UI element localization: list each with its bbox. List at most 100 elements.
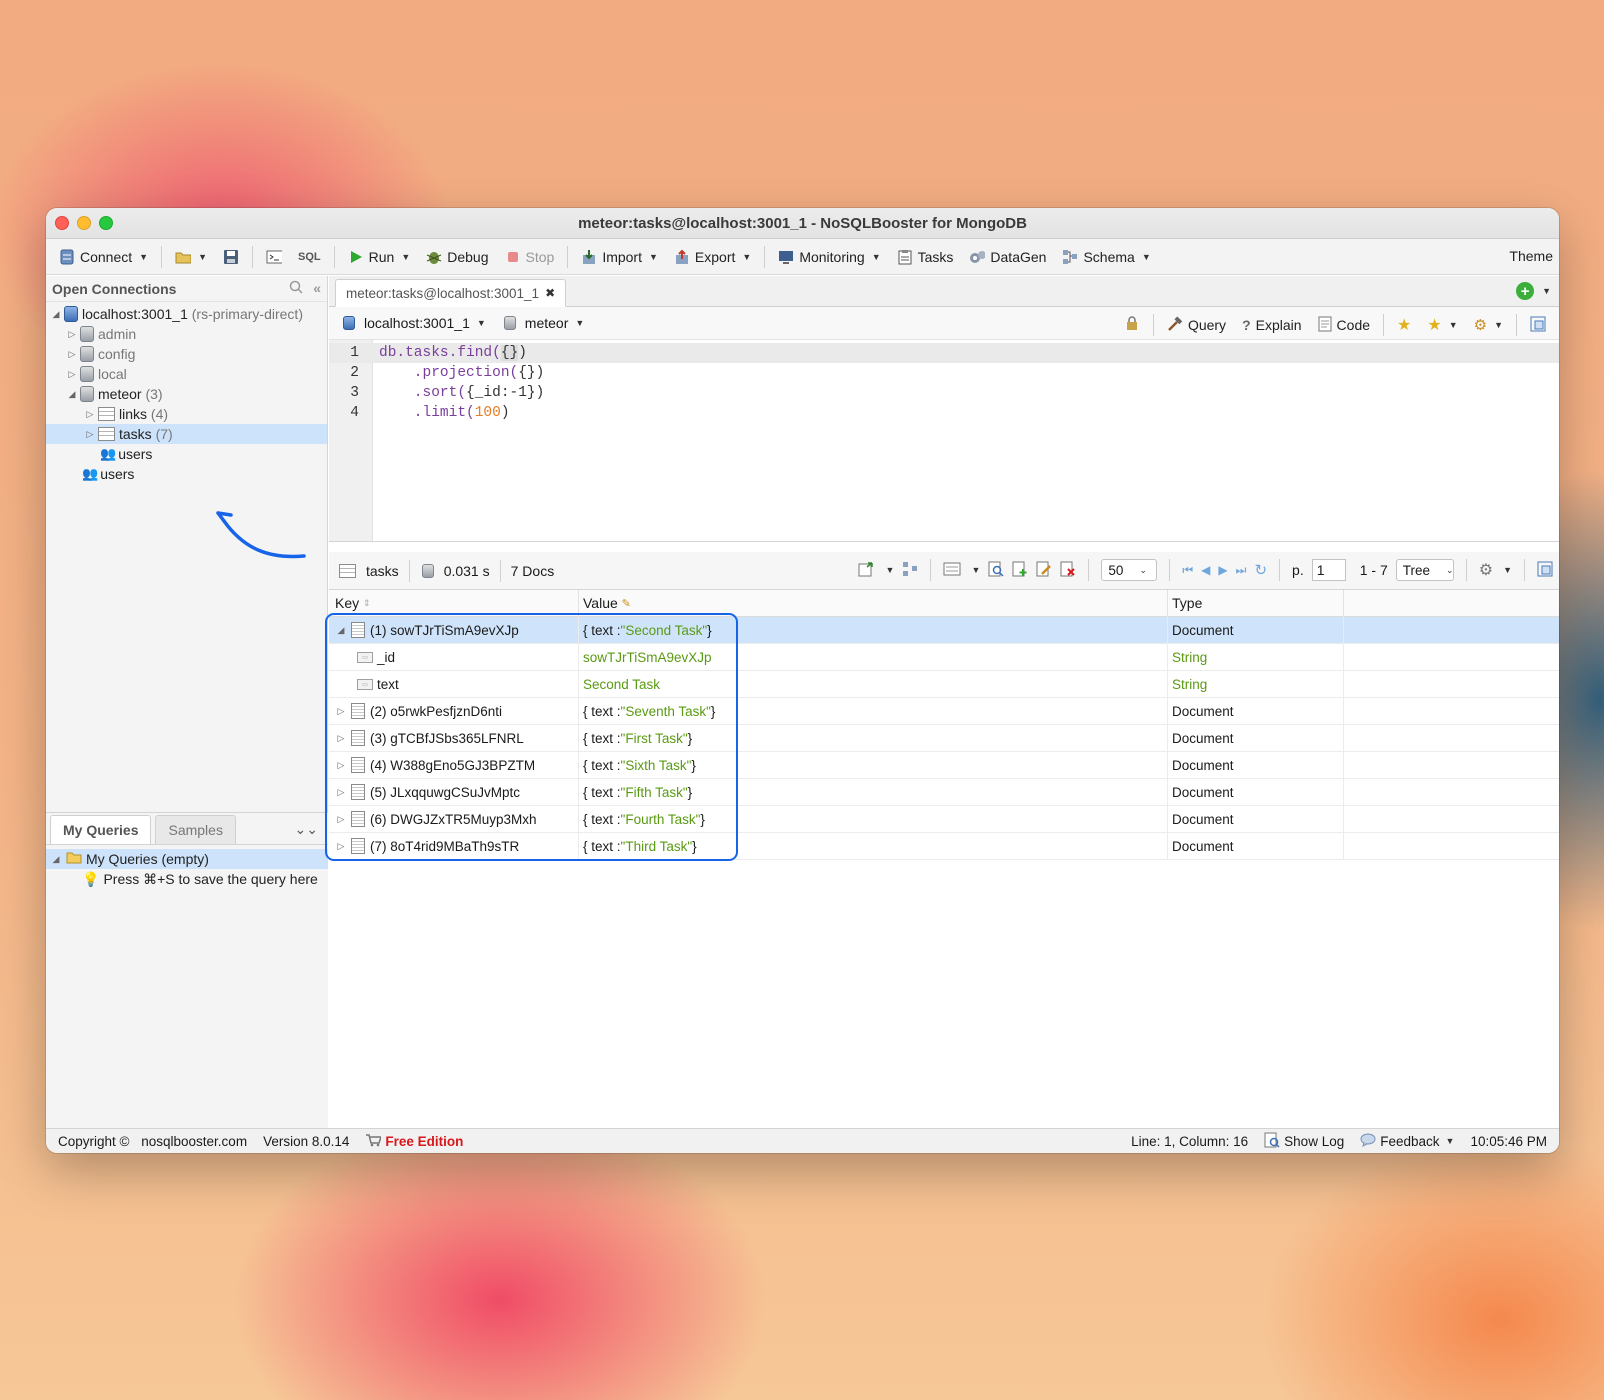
my-queries-root[interactable]: ◢ My Queries (empty) [46,849,328,869]
edit-document-icon[interactable] [1036,561,1052,580]
table-row[interactable]: ▭ text Second Task String [329,671,1559,698]
find-icon[interactable] [988,561,1004,580]
delete-document-icon[interactable] [1060,561,1076,580]
collapsed-triangle-icon[interactable]: ▷ [66,329,78,340]
tree-item-links[interactable]: ▷ links (4) [46,404,327,424]
expanded-triangle-icon[interactable]: ◢ [66,389,78,400]
open-file-button[interactable]: ▼ [168,246,214,268]
monitoring-button[interactable]: Monitoring ▼ [771,246,887,268]
code-line[interactable]: 1 db.tasks.find({}) [329,343,1559,363]
minimize-window-button[interactable] [77,216,91,230]
refresh-icon[interactable]: ↻ [1254,561,1267,579]
collapsed-triangle-icon[interactable]: ▷ [335,787,347,798]
column-header-type[interactable]: Type [1168,590,1344,616]
collapsed-triangle-icon[interactable]: ▷ [335,814,347,825]
tab-samples[interactable]: Samples [155,815,236,844]
view-options-icon[interactable] [943,561,961,580]
debug-button[interactable]: Debug [419,246,495,268]
collapsed-triangle-icon[interactable]: ▷ [84,429,96,440]
code-button[interactable]: Code [1311,313,1377,338]
chevron-down-icon[interactable]: ▼ [886,565,895,575]
server-selector[interactable]: localhost:3001_1 ▼ [335,313,492,333]
collapsed-triangle-icon[interactable]: ▷ [335,733,347,744]
shell-button[interactable] [259,246,289,268]
export-results-icon[interactable] [858,561,876,580]
collapsed-triangle-icon[interactable]: ▷ [66,349,78,360]
collapsed-triangle-icon[interactable]: ▷ [335,706,347,717]
tree-item-server[interactable]: ◢ localhost:3001_1 (rs-primary-direct) [46,304,327,324]
schema-view-icon[interactable] [902,561,918,580]
table-row[interactable]: ▷ (2) o5rwkPesfjznD6nti { text : "Seventh… [329,698,1559,725]
expanded-triangle-icon[interactable]: ◢ [50,309,62,320]
search-icon[interactable] [289,280,303,297]
database-selector[interactable]: meteor ▼ [496,313,591,333]
table-row[interactable]: ▷ (4) W388gEno5GJ3BPZTM { text : "Sixth T… [329,752,1559,779]
tab-query-editor[interactable]: meteor:tasks@localhost:3001_1 ✖ [335,279,567,307]
connect-button[interactable]: Connect ▼ [52,246,155,268]
next-page-icon[interactable]: ▶ [1218,563,1227,577]
close-window-button[interactable] [55,216,69,230]
table-row[interactable]: ▷ (3) gTCBfJSbs365LFNRL { text : "First T… [329,725,1559,752]
collapsed-triangle-icon[interactable]: ▷ [84,409,96,420]
table-row[interactable]: ▷ (7) 8oT4rid9MBaTh9sTR { text : "Third T… [329,833,1559,860]
connection-info-button[interactable] [1117,313,1147,338]
last-page-icon[interactable]: ⏭ [1236,563,1247,578]
code-line[interactable]: 2 .projection({}) [329,363,544,383]
collapsed-triangle-icon[interactable]: ▷ [335,760,347,771]
first-page-icon[interactable]: ⏮ [1182,563,1193,578]
collapsed-triangle-icon[interactable]: ▷ [335,841,347,852]
tree-item-local[interactable]: ▷ local [46,364,327,384]
page-number-input[interactable]: 1 [1311,559,1346,581]
edition-link[interactable]: Free Edition [357,1133,471,1150]
collapsed-triangle-icon[interactable]: ▷ [66,369,78,380]
tree-item-admin[interactable]: ▷ admin [46,324,327,344]
collapse-pane-icon[interactable]: « [313,280,321,297]
expanded-triangle-icon[interactable]: ◢ [335,625,347,636]
sql-button[interactable]: SQL [291,248,328,266]
expanded-triangle-icon[interactable]: ◢ [50,854,62,865]
table-row[interactable]: ▷ (6) DWGJZxTR5Muyp3Mxh { text : "Fourth … [329,806,1559,833]
stop-button[interactable]: Stop [498,246,562,268]
chevron-down-icon[interactable]: ▼ [971,565,980,575]
chevron-down-icon[interactable]: ▼ [1542,286,1551,296]
zoom-window-button[interactable] [99,216,113,230]
datagen-button[interactable]: DataGen [962,246,1053,268]
tree-item-meteor-users[interactable]: 👥 users [46,444,327,464]
feedback-button[interactable]: Feedback ▼ [1352,1133,1462,1150]
save-button[interactable] [216,246,246,268]
snippets-button[interactable]: ⚙ ▼ [1467,313,1510,337]
previous-page-icon[interactable]: ◀ [1201,563,1210,577]
code-line[interactable]: 3 .sort({_id:-1}) [329,383,544,403]
settings-icon[interactable]: ⚙ [1479,560,1493,580]
tasks-button[interactable]: Tasks [890,246,961,268]
close-icon[interactable]: ✖ [545,286,555,300]
add-tab-icon[interactable]: + [1516,282,1535,300]
maximize-editor-button[interactable] [1523,313,1553,338]
table-row[interactable]: ▭ _id sowTJrTiSmA9evXJp String [329,644,1559,671]
schema-button[interactable]: Schema ▼ [1055,246,1157,268]
import-button[interactable]: Import ▼ [574,246,665,268]
explain-button[interactable]: ? Explain [1235,314,1308,336]
chevron-down-icon[interactable]: ▼ [1503,565,1512,575]
tree-item-tasks[interactable]: ▷ tasks (7) [46,424,327,444]
export-button[interactable]: Export ▼ [667,246,758,268]
show-log-button[interactable]: Show Log [1256,1132,1352,1151]
table-row[interactable]: ▷ (5) JLxqquwgCSuJvMptc { text : "Fifth T… [329,779,1559,806]
column-header-value[interactable]: Value ✎ [579,590,1168,616]
query-builder-button[interactable]: Query [1160,313,1233,338]
tree-item-server-users[interactable]: 👥 users [46,464,327,484]
tab-my-queries[interactable]: My Queries [50,815,152,844]
maximize-icon[interactable] [1537,561,1553,580]
table-row[interactable]: ◢ (1) sowTJrTiSmA9evXJp { text : "Second … [329,617,1559,644]
page-size-select[interactable]: 50 ⌄ [1101,559,1158,581]
tree-item-config[interactable]: ▷ config [46,344,327,364]
theme-button[interactable]: Theme [1509,248,1553,264]
favorites-button[interactable]: ★ ▼ [1420,312,1464,338]
view-mode-select[interactable]: Tree ⌄ [1395,559,1454,581]
insert-document-icon[interactable] [1012,561,1028,580]
run-button[interactable]: Run ▼ [341,246,418,268]
code-editor[interactable]: 1 db.tasks.find({}) 2 .projection({}) 3 … [329,340,1559,542]
code-line[interactable]: 4 .limit(100) [329,403,509,423]
column-header-key[interactable]: Key ⇕ [329,590,579,616]
tree-item-meteor[interactable]: ◢ meteor (3) [46,384,327,404]
